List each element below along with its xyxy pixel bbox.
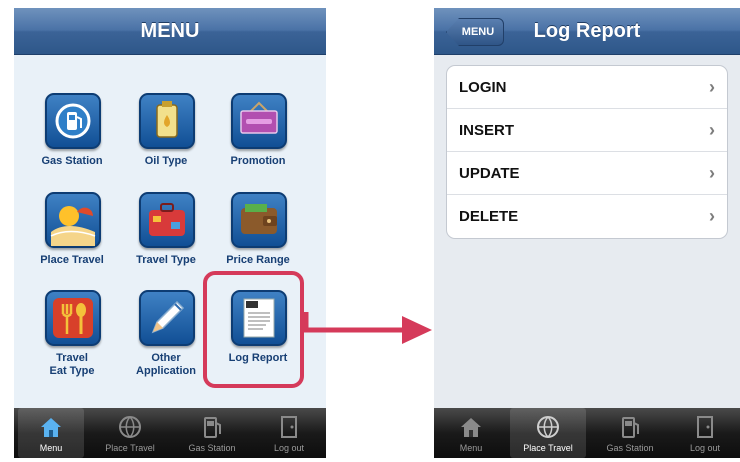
chevron-right-icon: ›: [709, 120, 715, 140]
tab-place-travel[interactable]: Place Travel: [92, 408, 168, 458]
list-item-insert[interactable]: INSERT ›: [447, 109, 727, 152]
menu-item-label: Oil Type: [144, 155, 188, 167]
tab-log-out[interactable]: Log out: [256, 408, 322, 458]
door-icon: [697, 416, 713, 438]
home-icon: [41, 418, 61, 437]
promotion-sign-icon: [231, 93, 287, 149]
globe-icon: [537, 416, 559, 439]
menu-item-gas-station[interactable]: Gas Station: [27, 93, 117, 188]
menu-navbar: MENU: [14, 8, 326, 55]
door-icon: [281, 416, 297, 438]
tab-label: Log out: [689, 443, 721, 453]
log-report-navbar: Log Report MENU: [434, 8, 740, 55]
log-report-screen: Log Report MENU LOGIN › INSERT › UPDATE …: [434, 8, 740, 458]
home-icon: [461, 418, 481, 437]
menu-item-promotion[interactable]: Promotion: [213, 93, 303, 188]
menu-item-label: Gas Station: [41, 155, 103, 167]
log-report-tab-bar: Menu Place Travel Gas Station Log out: [434, 408, 740, 458]
list-item-label: INSERT: [459, 122, 515, 139]
list-item-label: LOGIN: [459, 79, 507, 96]
tab-gas-station[interactable]: Gas Station: [592, 408, 668, 458]
tab-label: Place Travel: [523, 443, 573, 453]
flow-arrow: [304, 312, 432, 344]
oil-bottle-icon: [139, 93, 195, 149]
log-report-list: LOGIN › INSERT › UPDATE › DELETE ›: [446, 65, 728, 239]
suitcase-icon: [139, 192, 195, 248]
list-item-login[interactable]: LOGIN ›: [447, 66, 727, 109]
fuel-pump-icon: [622, 417, 639, 438]
menu-tab-bar: Menu Place Travel Gas Station Log out: [14, 408, 326, 458]
menu-item-other-application[interactable]: Other Application: [121, 290, 211, 385]
tab-log-out[interactable]: Log out: [672, 408, 738, 458]
menu-title: MENU: [140, 20, 200, 42]
log-report-highlight: [203, 271, 304, 388]
fuel-pump-icon: [204, 417, 221, 438]
tab-label: Gas Station: [188, 443, 236, 453]
menu-screen: MENU Gas Station Oil Type Promotion Plac…: [14, 8, 326, 458]
menu-item-label: Promotion: [230, 155, 286, 167]
tab-label: Menu: [39, 443, 63, 453]
list-item-label: DELETE: [459, 208, 519, 225]
tab-label: Menu: [459, 443, 483, 453]
gas-pump-icon: [45, 93, 101, 149]
menu-item-label: Price Range: [226, 254, 290, 266]
list-item-label: UPDATE: [459, 165, 520, 182]
chevron-right-icon: ›: [709, 206, 715, 226]
list-item-update[interactable]: UPDATE ›: [447, 152, 727, 195]
menu-item-place-travel[interactable]: Place Travel: [27, 192, 117, 287]
tab-gas-station[interactable]: Gas Station: [174, 408, 250, 458]
tab-place-travel[interactable]: Place Travel: [510, 408, 586, 458]
tab-label: Gas Station: [606, 443, 654, 453]
chevron-right-icon: ›: [709, 77, 715, 97]
menu-item-oil-type[interactable]: Oil Type: [121, 93, 211, 188]
tab-menu[interactable]: Menu: [438, 408, 504, 458]
tab-label: Place Travel: [105, 443, 155, 453]
chevron-right-icon: ›: [709, 163, 715, 183]
wallet-icon: [231, 192, 287, 248]
fork-spoon-icon: [45, 290, 101, 346]
beach-sun-icon: [45, 192, 101, 248]
menu-item-label: Other Application: [136, 352, 196, 377]
menu-item-travel-type[interactable]: Travel Type: [121, 192, 211, 287]
tab-menu[interactable]: Menu: [18, 408, 84, 458]
menu-item-label: Travel Eat Type: [49, 352, 95, 377]
tab-label: Log out: [273, 443, 305, 453]
pencil-icon: [139, 290, 195, 346]
menu-item-label: Place Travel: [40, 254, 104, 266]
menu-item-travel-eat-type[interactable]: Travel Eat Type: [27, 290, 117, 385]
globe-icon: [119, 416, 141, 439]
list-item-delete[interactable]: DELETE ›: [447, 195, 727, 238]
menu-item-label: Travel Type: [136, 254, 196, 266]
